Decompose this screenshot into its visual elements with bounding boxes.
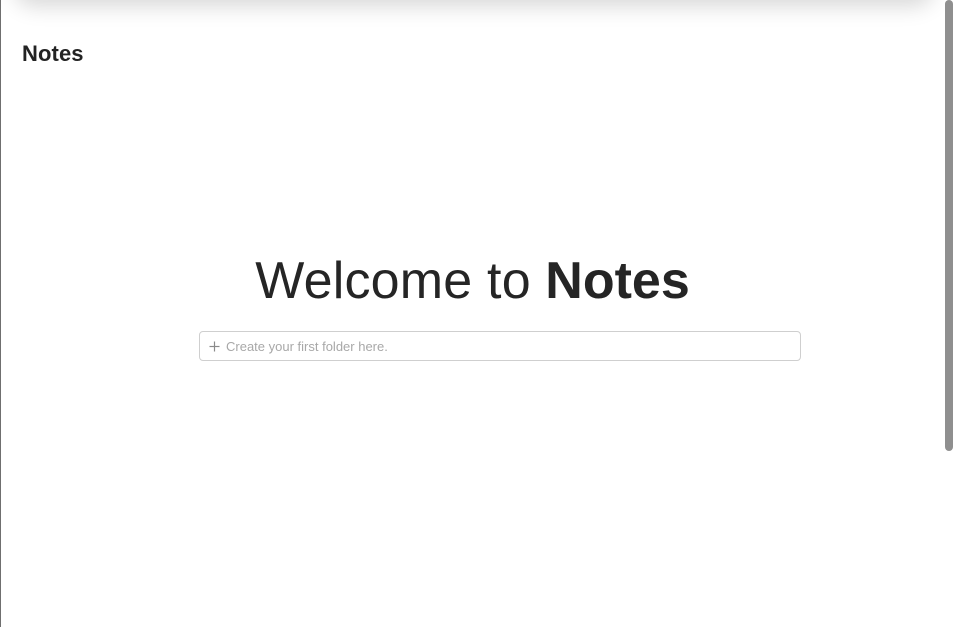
plus-icon-graphic xyxy=(209,341,219,351)
new-folder-field[interactable] xyxy=(199,331,801,361)
welcome-app-name: Notes xyxy=(545,252,690,310)
welcome-prefix: Welcome to xyxy=(255,252,531,310)
scrollbar-thumb[interactable] xyxy=(945,0,953,451)
new-folder-input[interactable] xyxy=(226,332,800,360)
welcome-heading: Welcome to Notes xyxy=(0,251,945,311)
window-left-border xyxy=(0,0,1,627)
app-title: Notes xyxy=(22,41,84,66)
plus-icon xyxy=(200,341,226,352)
